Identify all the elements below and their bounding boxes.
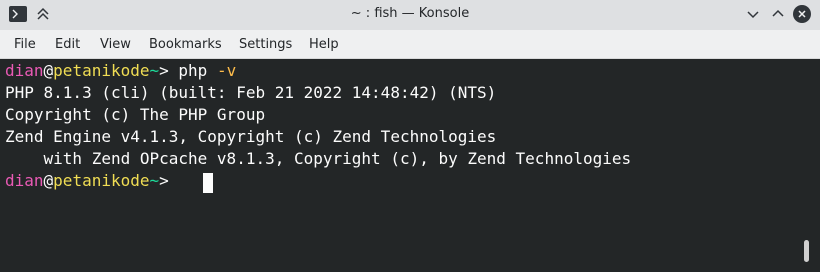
prompt-path: ~ — [149, 171, 160, 190]
prompt-at: @ — [43, 171, 54, 190]
prompt-path: ~ — [149, 61, 160, 80]
prompt-user: dian — [5, 61, 44, 80]
konsole-window: ~ : fish — Konsole File Edit View Bookma… — [0, 0, 820, 272]
prompt-symbol: > — [159, 171, 179, 190]
menu-file[interactable]: File — [14, 37, 36, 52]
prompt-host: petanikode — [53, 61, 150, 80]
title-bar[interactable]: ~ : fish — Konsole — [0, 0, 820, 30]
terminal-area[interactable]: dian@petanikode~> php -v PHP 8.1.3 (cli)… — [0, 59, 820, 272]
menu-view[interactable]: View — [100, 37, 131, 52]
output-line: PHP 8.1.3 (cli) (built: Feb 21 2022 14:4… — [5, 83, 497, 102]
output-line: Zend Engine v4.1.3, Copyright (c) Zend T… — [5, 127, 497, 146]
menu-settings[interactable]: Settings — [239, 37, 292, 52]
window-title: ~ : fish — Konsole — [350, 6, 470, 21]
prompt-host: petanikode — [53, 171, 150, 190]
menu-bar: File Edit View Bookmarks Settings Help — [0, 30, 820, 59]
prompt-user: dian — [5, 171, 44, 190]
close-icon[interactable] — [793, 5, 811, 23]
command-arg: -v — [207, 61, 237, 80]
menu-edit[interactable]: Edit — [55, 37, 80, 52]
prompt-line: dian@petanikode~> php -v — [5, 60, 236, 82]
menu-bookmarks[interactable]: Bookmarks — [149, 37, 222, 52]
prompt-line: dian@petanikode~> — [5, 170, 178, 192]
scrollbar[interactable] — [804, 240, 809, 262]
prompt-symbol: > — [159, 61, 179, 80]
prompt-at: @ — [43, 61, 54, 80]
minimize-icon[interactable] — [744, 5, 762, 23]
output-line: Copyright (c) The PHP Group — [5, 105, 266, 124]
output-line: with Zend OPcache v8.1.3, Copyright (c),… — [5, 149, 632, 168]
maximize-icon[interactable] — [769, 5, 787, 23]
command-text: php — [178, 61, 208, 80]
text-cursor — [203, 173, 213, 193]
menu-help[interactable]: Help — [309, 37, 339, 52]
